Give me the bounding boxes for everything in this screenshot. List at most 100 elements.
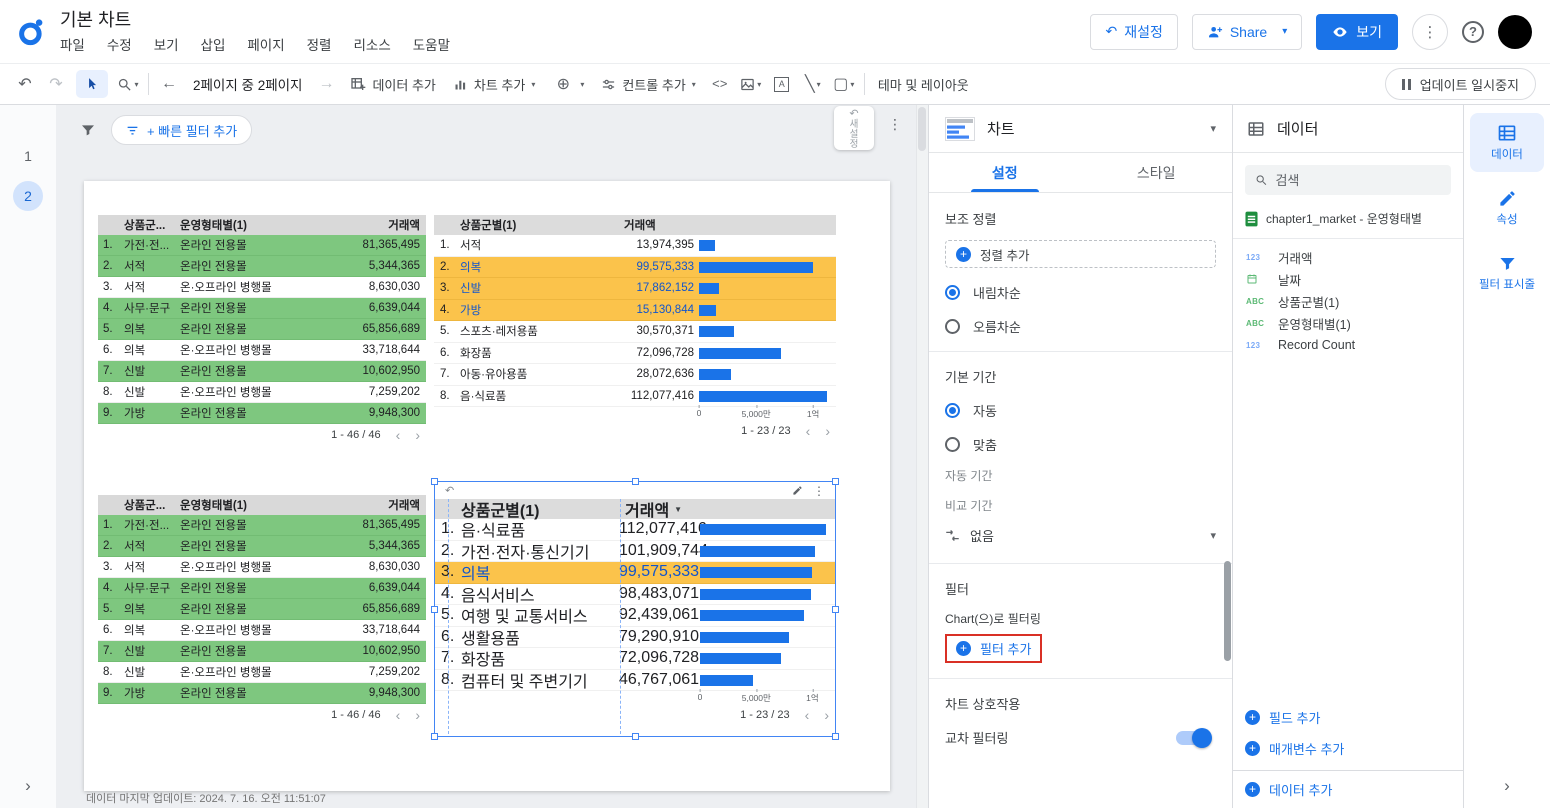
rail-filter-bar-button[interactable]: 필터 표시줄 [1470,244,1544,302]
rail-data-button[interactable]: 데이터 [1470,113,1544,172]
document-title[interactable]: 기본 차트 [60,9,450,31]
avatar[interactable] [1498,14,1532,49]
undo-icon[interactable]: ↶ [445,484,454,497]
page-1-button[interactable]: 1 [13,141,43,171]
table-row[interactable]: 5. 의복 온라인 전용몰 65,856,689 [98,599,426,620]
comparison-dropdown[interactable]: 없음 ▾ [945,523,1216,548]
chevron-down-icon[interactable]: ▾ [1210,122,1216,135]
table-row[interactable]: 5. 스포츠·레저용품 30,570,371 [434,321,836,343]
table-row[interactable]: 1. 음·식료품 112,077,416 [435,519,835,541]
field-item[interactable]: 123 Record Count [1233,334,1463,356]
next-page-icon[interactable]: › [824,707,829,723]
redo-icon[interactable]: ↷ [45,74,67,94]
menu-item[interactable]: 삽입 [201,34,226,54]
table-row[interactable]: 2. 가전·전자·통신기기 101,909,744 [435,540,835,562]
resize-handle[interactable] [631,733,639,740]
menu-item[interactable]: 수정 [107,34,132,54]
table-row[interactable]: 7. 화장품 72,096,728 [435,648,835,670]
pause-updates-button[interactable]: 업데이트 일시중지 [1384,68,1536,100]
floating-mini-panel[interactable]: ↶ 새설정 [834,106,874,150]
collapse-panel-icon[interactable]: › [1464,776,1550,796]
range-custom-radio[interactable]: 맞춤 [945,435,1216,454]
page-indicator[interactable]: 2페이지 중 2페이지 [189,74,306,94]
sort-desc-radio[interactable]: 내림차순 [945,283,1216,302]
table-row[interactable]: 6. 의복 온·오프라인 병행몰 33,718,644 [98,620,426,641]
page-2-button[interactable]: 2 [13,181,43,211]
select-tool-icon[interactable] [76,70,108,98]
table-row[interactable]: 1. 가전·전... 온라인 전용몰 81,365,495 [98,515,426,536]
table-row[interactable]: 7. 신발 온라인 전용몰 10,602,950 [98,641,426,662]
table-row[interactable]: 4. 사무·문구 온라인 전용몰 6,639,044 [98,298,426,319]
table-row[interactable]: 3. 서적 온·오프라인 병행몰 8,630,030 [98,557,426,578]
prev-page-icon[interactable]: ‹ [396,707,401,723]
add-parameter-button[interactable]: + 매개변수 추가 [1245,739,1344,758]
theme-layout-button[interactable]: 테마 및 레이아웃 [874,71,973,98]
add-data-button[interactable]: 데이터 추가 [346,71,439,98]
tab-setup[interactable]: 설정 [929,153,1081,192]
table-row[interactable]: 8. 음·식료품 112,077,416 [434,385,836,407]
table-row[interactable]: 4. 가방 15,130,844 [434,299,836,321]
table-row[interactable]: 8. 신발 온·오프라인 병행몰 7,259,202 [98,662,426,683]
menu-item[interactable]: 페이지 [247,34,284,54]
table-row[interactable]: 1. 서적 13,974,395 [434,235,836,257]
line-icon[interactable]: ╲ ▾ [802,74,824,94]
kebab-icon[interactable]: ⋮ [813,484,825,498]
canvas-scrollbar[interactable] [916,105,928,808]
looker-studio-logo[interactable] [12,13,50,51]
table-row[interactable]: 2. 서적 온라인 전용몰 5,344,365 [98,256,426,277]
undo-icon[interactable]: ↶ [14,74,36,94]
view-button[interactable]: 보기 [1316,13,1398,50]
pivot-table-top-left[interactable]: 상품군... 운영형태별(1) 거래액 1. 가전·전... 온라인 전용몰 81,365,… [98,215,426,446]
table-row[interactable]: 9. 가방 온라인 전용몰 9,948,300 [98,403,426,424]
table-row[interactable]: 3. 의복 99,575,333 [435,562,835,584]
data-source-row[interactable]: chapter1_market - 운영형태별 [1233,203,1463,239]
resize-handle[interactable] [431,733,438,740]
resize-handle[interactable] [631,478,639,485]
add-chart-button[interactable]: 차트 추가 ▾ [449,71,539,98]
expand-pages-icon[interactable]: › [0,776,56,796]
table-row[interactable]: 1. 가전·전... 온라인 전용몰 81,365,495 [98,235,426,256]
pencil-icon[interactable] [792,485,803,496]
table-row[interactable]: 6. 의복 온·오프라인 병행몰 33,718,644 [98,340,426,361]
menu-item[interactable]: 리소스 [353,34,390,54]
next-page-icon[interactable]: › [825,423,830,439]
add-component-button[interactable]: ⊕ ▾ [548,70,588,98]
shape-icon[interactable]: ▢ ▾ [833,74,855,94]
menu-item[interactable]: 도움말 [413,34,450,54]
table-row[interactable]: 6. 화장품 72,096,728 [434,342,836,364]
panel-scrollbar[interactable] [1224,561,1231,661]
table-row[interactable]: 8. 신발 온·오프라인 병행몰 7,259,202 [98,382,426,403]
resize-handle[interactable] [832,478,839,485]
search-input[interactable] [1275,172,1441,188]
table-row[interactable]: 5. 여행 및 교통서비스 92,439,061 [435,605,835,627]
add-filter-button[interactable]: + 필터 추가 [956,639,1031,658]
resize-handle[interactable] [832,733,839,740]
image-icon[interactable]: ▾ [740,77,762,92]
resize-handle[interactable] [431,605,438,613]
bar-table-top-right[interactable]: 상품군별(1) 거래액 1. 서적 13,974,395 2. 의복 99,575,333 3.… [434,215,836,442]
rail-properties-button[interactable]: 속성 [1470,179,1544,237]
table-row[interactable]: 4. 사무·문구 온라인 전용몰 6,639,044 [98,578,426,599]
add-control-button[interactable]: 컨트롤 추가 ▾ [597,71,699,98]
table-row[interactable]: 8. 컴퓨터 및 주변기기 46,767,061 [435,669,835,691]
bar-table-content[interactable]: 상품군별(1) 거래액 ▼ 1. 음·식료품 112,077,416 2. 가전·전자·통신기… [435,499,835,726]
table-row[interactable]: 2. 서적 온라인 전용몰 5,344,365 [98,536,426,557]
tab-style[interactable]: 스타일 [1081,153,1233,192]
prev-page-icon[interactable]: ‹ [805,707,810,723]
range-auto-radio[interactable]: 자동 [945,401,1216,420]
field-item[interactable]: ABC 상품군별(1) [1233,290,1463,312]
add-field-button[interactable]: + 필드 추가 [1245,708,1320,727]
table-row[interactable]: 3. 서적 온·오프라인 병행몰 8,630,030 [98,277,426,298]
menu-item[interactable]: 파일 [60,34,85,54]
field-item[interactable]: 날짜 [1233,268,1463,290]
sort-asc-radio[interactable]: 오름차순 [945,317,1216,336]
share-button[interactable]: Share ▾ [1191,13,1303,50]
table-row[interactable]: 2. 의복 99,575,333 [434,256,836,278]
field-item[interactable]: 123 거래액 [1233,246,1463,268]
resize-handle[interactable] [431,478,438,485]
table-row[interactable]: 7. 신발 온라인 전용몰 10,602,950 [98,361,426,382]
table-row[interactable]: 3. 신발 17,862,152 [434,278,836,300]
more-options-button[interactable]: ⋮ [1412,13,1448,50]
chevron-down-icon[interactable]: ▾ [1274,26,1287,37]
add-data-source-button[interactable]: + 데이터 추가 [1245,780,1332,799]
